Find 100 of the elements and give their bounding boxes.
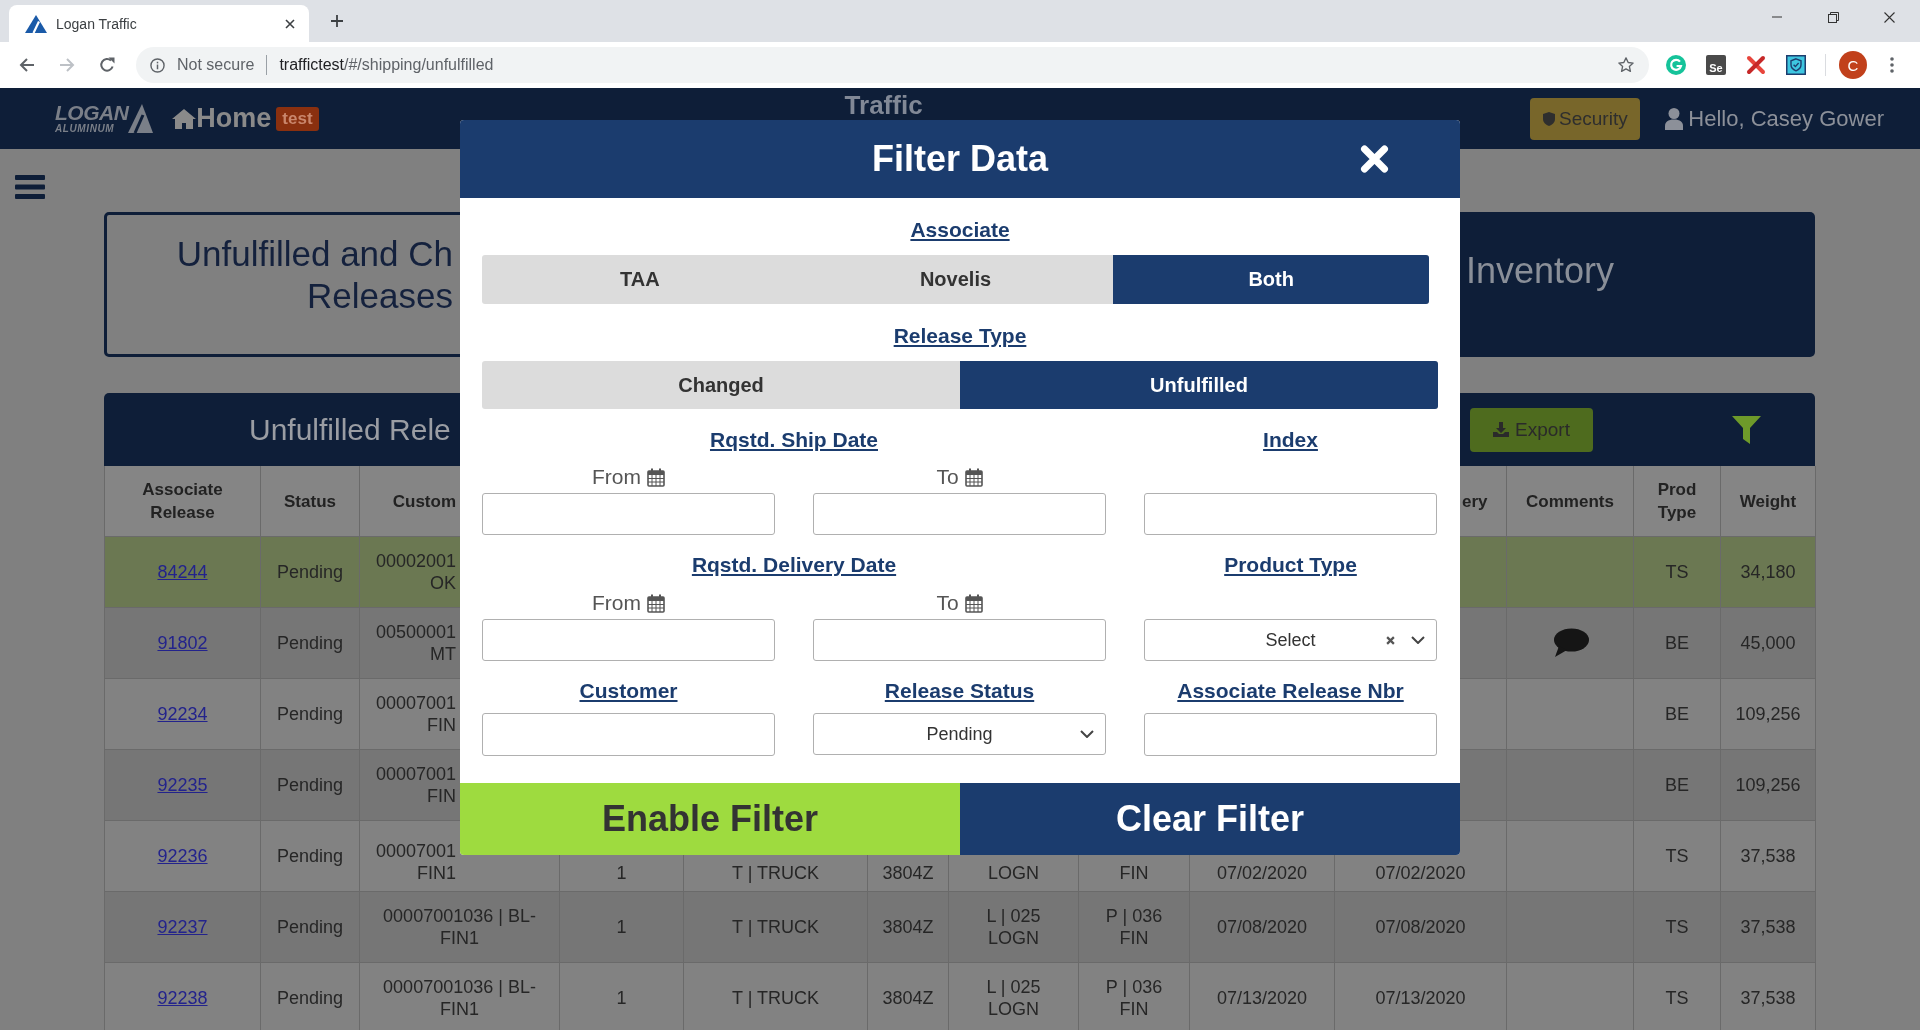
segment-button[interactable]: Unfulfilled: [960, 361, 1438, 409]
table-cell: 00007001 FIN1: [375, 840, 456, 884]
date-input[interactable]: [813, 493, 1106, 535]
text-input[interactable]: [1144, 493, 1437, 535]
field-label: Rqstd. Ship Date: [710, 427, 878, 453]
calendar-icon[interactable]: [647, 593, 665, 613]
calendar-icon[interactable]: [647, 467, 665, 487]
column-header[interactable]: ery: [1462, 489, 1488, 513]
security-status[interactable]: Not secure: [177, 56, 255, 74]
text-input[interactable]: [482, 713, 775, 756]
logo-text[interactable]: LOGAN ALUMINUM: [55, 103, 129, 134]
release-link[interactable]: 84244: [157, 561, 208, 583]
address-bar[interactable]: Not secure traffictest/#/shipping/unfulfilled: [136, 47, 1649, 83]
back-arrow-icon[interactable]: [19, 57, 35, 73]
table-cell: 00007001 FIN: [375, 763, 456, 807]
triangle-logo-icon[interactable]: [128, 104, 154, 133]
date-input[interactable]: [482, 619, 775, 661]
table-cell: 07/02/2020: [1216, 862, 1308, 884]
table-cell: 1: [616, 916, 627, 938]
segment-button[interactable]: TAA: [482, 255, 798, 304]
table-cell: 34,180: [1740, 561, 1796, 583]
product-type-select[interactable]: Select: [1144, 619, 1437, 661]
column-header[interactable]: Custom: [392, 489, 456, 513]
home-link[interactable]: Home: [172, 103, 272, 134]
browser-tab[interactable]: Logan Traffic: [9, 5, 309, 42]
extension-button[interactable]: Se: [1706, 55, 1726, 75]
table-cell: P | 036 FIN: [1105, 976, 1163, 1020]
table-title: Unfulfilled Rele: [249, 412, 451, 447]
release-link[interactable]: 92237: [157, 916, 208, 938]
plus-icon[interactable]: [331, 15, 343, 27]
close-icon[interactable]: [1359, 144, 1390, 174]
segment-button[interactable]: Novelis: [797, 255, 1114, 304]
environment-badge: test: [276, 106, 319, 131]
user-menu[interactable]: Hello, Casey Gower: [1665, 105, 1884, 132]
text-input[interactable]: [1144, 713, 1437, 756]
table-cell: LOGN: [988, 862, 1039, 884]
table-cell: 00007001036 | BL- FIN1: [383, 905, 536, 949]
date-input[interactable]: [813, 619, 1106, 661]
table-cell: 3804Z: [882, 987, 934, 1009]
release-link[interactable]: 92236: [157, 845, 208, 867]
close-icon[interactable]: [285, 18, 295, 29]
table-cell: 109,256: [1735, 774, 1801, 796]
table-cell: 07/13/2020: [1216, 987, 1308, 1009]
table-cell: TS: [1665, 916, 1689, 938]
table-cell: Pending: [276, 987, 344, 1009]
release-link[interactable]: 92238: [157, 987, 208, 1009]
table-cell: T | TRUCK: [732, 862, 819, 884]
table-cell: 00007001036 | BL- FIN1: [383, 976, 536, 1020]
page-title: Unfulfilled and Ch Releases: [176, 233, 453, 317]
table-cell: L | 025 LOGN: [986, 905, 1041, 949]
comment-icon[interactable]: [1551, 628, 1589, 658]
more-menu-icon[interactable]: [1890, 57, 1894, 73]
calendar-icon[interactable]: [964, 593, 983, 613]
triangle-logo-icon: [25, 14, 47, 33]
action-button[interactable]: Enable Filter: [460, 783, 960, 855]
table-cell: 37,538: [1740, 916, 1796, 938]
field-label: Index: [1263, 427, 1318, 453]
restore-icon[interactable]: [1827, 11, 1839, 23]
cross-icon[interactable]: [1746, 55, 1766, 75]
table-cell: 3804Z: [882, 916, 934, 938]
release-link[interactable]: 92235: [157, 774, 208, 796]
action-button[interactable]: Clear Filter: [960, 783, 1460, 855]
release-link[interactable]: 91802: [157, 632, 208, 654]
chevron-down-icon: [1080, 730, 1094, 738]
release-status-select[interactable]: Pending: [813, 713, 1106, 755]
table-cell: TS: [1665, 845, 1689, 867]
filter-icon[interactable]: [1732, 415, 1761, 444]
column-header[interactable]: Weight: [1739, 489, 1797, 513]
field-label: Release Status: [884, 678, 1035, 704]
date-input[interactable]: [482, 493, 775, 535]
close-icon[interactable]: [1883, 11, 1895, 23]
menu-icon[interactable]: [15, 175, 45, 199]
release-link[interactable]: 92234: [157, 703, 208, 725]
dialog-title: Filter Data: [871, 138, 1048, 180]
table-cell: P | 036 FIN: [1105, 905, 1163, 949]
reload-icon[interactable]: [99, 57, 115, 73]
star-icon[interactable]: [1617, 56, 1635, 74]
segment-button[interactable]: Changed: [482, 361, 960, 409]
shield-check-icon[interactable]: [1786, 55, 1806, 75]
table-cell: Pending: [276, 632, 344, 654]
column-header[interactable]: Prod Type: [1640, 478, 1714, 524]
table-cell: Pending: [276, 845, 344, 867]
info-icon[interactable]: [150, 57, 165, 73]
table-cell: 07/08/2020: [1216, 916, 1308, 938]
table-cell: L | 025 LOGN: [986, 976, 1041, 1020]
calendar-icon[interactable]: [964, 467, 983, 487]
table-cell: 109,256: [1735, 703, 1801, 725]
segment-button[interactable]: Both: [1113, 255, 1429, 304]
chevron-down-icon: [1411, 636, 1425, 644]
table-cell: 1: [616, 987, 627, 1009]
user-icon: [1665, 107, 1684, 130]
url-text[interactable]: traffictest/#/shipping/unfulfilled: [279, 56, 494, 74]
profile-avatar[interactable]: C: [1839, 51, 1867, 79]
clear-icon[interactable]: [1386, 635, 1395, 645]
column-header[interactable]: Comments: [1526, 489, 1614, 513]
column-header[interactable]: Status: [284, 489, 336, 513]
table-cell: TS: [1665, 987, 1689, 1009]
download-icon: [1493, 422, 1510, 437]
table-cell: BE: [1665, 703, 1689, 725]
home-icon: [172, 108, 197, 129]
